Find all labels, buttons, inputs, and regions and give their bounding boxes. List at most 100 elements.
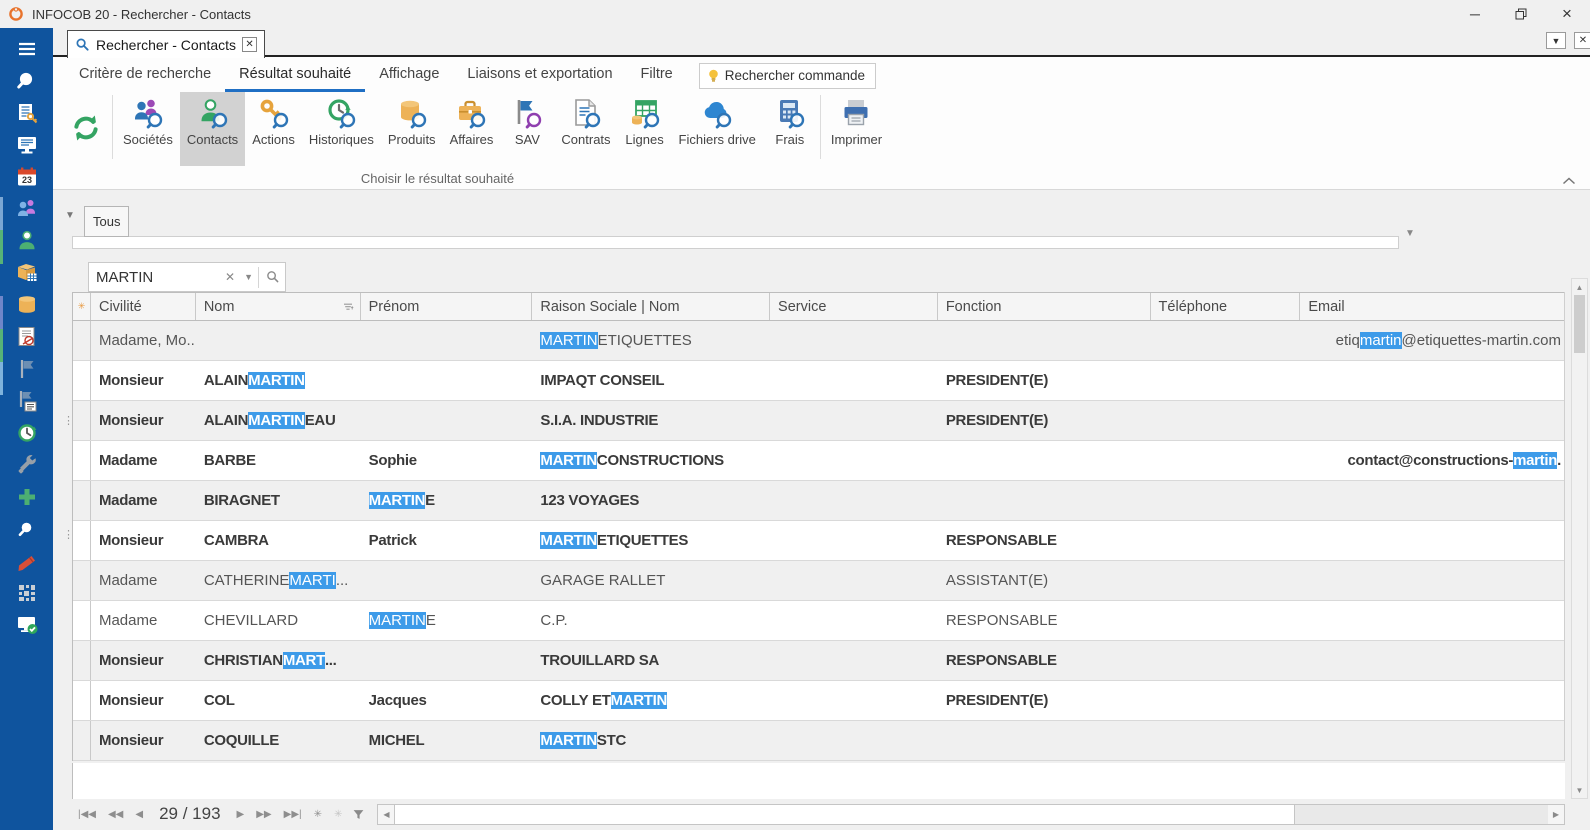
- column-header-civilit-[interactable]: Civilité: [91, 293, 196, 320]
- scroll-down-icon[interactable]: ▼: [1572, 782, 1587, 798]
- sidebar-plus-icon[interactable]: [14, 485, 40, 509]
- prev-page-button[interactable]: ◀: [129, 809, 149, 820]
- sidebar-list-key-icon[interactable]: [14, 101, 40, 125]
- fichiers-drive-button[interactable]: Fichiers drive: [672, 92, 763, 166]
- table-cell: RESPONSABLE: [938, 641, 1151, 680]
- tab-affichage[interactable]: Affichage: [365, 59, 453, 92]
- horizontal-scrollbar[interactable]: ◀ ▶: [377, 804, 1565, 825]
- sidebar-history-icon[interactable]: [14, 421, 40, 445]
- sidebar-companies-icon[interactable]: [14, 197, 40, 221]
- vertical-scroll-thumb[interactable]: [1574, 295, 1585, 353]
- sidebar-menu-icon[interactable]: [14, 37, 40, 61]
- clear-search-icon[interactable]: ✕: [221, 270, 239, 284]
- table-row[interactable]: MadameBIRAGNETMARTINE123 VOYAGES: [73, 481, 1564, 521]
- restore-button[interactable]: [1498, 0, 1544, 28]
- column-header-label: Fonction: [946, 299, 1002, 315]
- refresh-button[interactable]: [63, 92, 109, 164]
- sidebar-search-icon[interactable]: [14, 69, 40, 93]
- table-row[interactable]: MadameCATHERINE MARTI...GARAGE RALLETASS…: [73, 561, 1564, 601]
- affaires-button[interactable]: Affaires: [443, 92, 501, 166]
- column-header-t-l-phone[interactable]: Téléphone: [1151, 293, 1301, 320]
- societes-button[interactable]: Sociétés: [116, 92, 180, 166]
- sidebar-flag-document-icon[interactable]: [14, 389, 40, 413]
- new-row-alt-button[interactable]: ✳: [328, 809, 348, 820]
- tab-rechercher-contacts[interactable]: Rechercher - Contacts ✕: [67, 30, 265, 58]
- next-page-button[interactable]: ▶: [231, 809, 251, 820]
- contrats-button[interactable]: Contrats: [554, 92, 617, 166]
- produits-button[interactable]: Produits: [381, 92, 443, 166]
- table-row[interactable]: MadameBARBESophieMARTIN CONSTRUCTIONScon…: [73, 441, 1564, 481]
- table-row[interactable]: MonsieurALAIN MARTINIMPAQT CONSEILPRESID…: [73, 361, 1564, 401]
- search-input[interactable]: [96, 269, 221, 286]
- sidebar-monitor-check-icon[interactable]: [14, 613, 40, 637]
- sidebar-search-small-icon[interactable]: [14, 517, 40, 541]
- row-grip-icon[interactable]: ⋮: [63, 528, 73, 541]
- table-row[interactable]: MadameCHEVILLARDMARTINEC.P.RESPONSABLE: [73, 601, 1564, 641]
- sidebar-package-icon[interactable]: [14, 261, 40, 285]
- prev-group-button[interactable]: ◀◀: [102, 809, 129, 820]
- column-header-raison-sociale-nom[interactable]: Raison Sociale | Nom: [532, 293, 770, 320]
- command-search-button[interactable]: Rechercher commande: [699, 63, 876, 89]
- sidebar-stamped-document-icon[interactable]: [14, 325, 40, 349]
- sidebar-monitor-list-icon[interactable]: [14, 133, 40, 157]
- collapse-ribbon-icon[interactable]: [1562, 173, 1576, 183]
- last-page-button[interactable]: ▶▶|: [278, 809, 308, 820]
- contacts-button[interactable]: Contacts: [180, 92, 245, 166]
- tab-filtre[interactable]: Filtre: [627, 59, 687, 92]
- sidebar-bookmark-icon[interactable]: [14, 549, 40, 573]
- scroll-right-icon[interactable]: ▶: [1548, 805, 1564, 824]
- view-dropdown-icon[interactable]: ▼: [65, 210, 75, 221]
- tab-close-icon[interactable]: ✕: [242, 37, 257, 52]
- tab-resultat-souhaite[interactable]: Résultat souhaité: [225, 59, 365, 92]
- tab-critere-de-recherche[interactable]: Critère de recherche: [65, 59, 225, 92]
- table-cell: [938, 441, 1151, 480]
- sidebar-database-icon[interactable]: [14, 293, 40, 317]
- horizontal-scroll-thumb[interactable]: [394, 805, 1295, 824]
- table-cell: [1151, 321, 1301, 360]
- strip-dropdown-icon[interactable]: ▼: [1405, 228, 1415, 239]
- column-header-nom[interactable]: Nom: [196, 293, 361, 320]
- close-button[interactable]: ×: [1544, 0, 1590, 28]
- table-row[interactable]: MonsieurCAMBRAPatrickMARTIN ETIQUETTESRE…: [73, 521, 1564, 561]
- sidebar-calendar-icon[interactable]: 23: [14, 165, 40, 189]
- table-row[interactable]: MonsieurALAIN MARTINEAUS.I.A. INDUSTRIEP…: [73, 401, 1564, 441]
- first-page-button[interactable]: |◀◀: [72, 809, 102, 820]
- table-cell: PRESIDENT(E): [938, 401, 1151, 440]
- next-group-button[interactable]: ▶▶: [250, 809, 277, 820]
- table-cell: C.P.: [532, 601, 770, 640]
- filter-tab-tous[interactable]: Tous: [84, 206, 129, 237]
- search-magnifier-icon[interactable]: [258, 267, 281, 288]
- tab-list-dropdown[interactable]: ▼: [1546, 32, 1566, 49]
- column-header-email[interactable]: Email: [1300, 293, 1564, 320]
- sidebar-contact-icon[interactable]: [14, 229, 40, 253]
- table-cell: [1151, 601, 1301, 640]
- search-dropdown-icon[interactable]: ▼: [239, 272, 258, 282]
- sav-button[interactable]: SAV: [500, 92, 554, 166]
- minimize-button[interactable]: ─: [1452, 0, 1498, 28]
- column-header-pr-nom[interactable]: Prénom: [361, 293, 533, 320]
- table-row[interactable]: Madame, Mo...MARTIN ETIQUETTESetiqmartin…: [73, 321, 1564, 361]
- table-row[interactable]: MonsieurCOLJacquesCOLLY ET MARTINPRESIDE…: [73, 681, 1564, 721]
- tab-bar-close-icon[interactable]: ✕: [1574, 32, 1590, 49]
- row-grip-icon[interactable]: ⋮: [63, 414, 73, 427]
- actions-button[interactable]: Actions: [245, 92, 302, 166]
- sidebar-wrench-icon[interactable]: [14, 453, 40, 477]
- scroll-up-icon[interactable]: ▲: [1572, 279, 1587, 295]
- new-row-button[interactable]: ✳: [308, 809, 328, 820]
- sidebar-barcode-icon[interactable]: [14, 581, 40, 605]
- column-header-service[interactable]: Service: [770, 293, 938, 320]
- table-cell: ALAIN MARTINEAU: [196, 401, 361, 440]
- tab-liaisons-et-exportation[interactable]: Liaisons et exportation: [453, 59, 626, 92]
- imprimer-button[interactable]: Imprimer: [824, 92, 889, 166]
- column-header-fonction[interactable]: Fonction: [938, 293, 1151, 320]
- filter-funnel-icon[interactable]: [352, 808, 365, 821]
- search-match-highlight: MARTIN: [369, 612, 426, 629]
- sidebar-flag-icon[interactable]: [14, 357, 40, 381]
- vertical-scrollbar[interactable]: ▲ ▼: [1571, 278, 1588, 799]
- historiques-button[interactable]: Historiques: [302, 92, 381, 166]
- scroll-left-icon[interactable]: ◀: [378, 805, 394, 824]
- table-row[interactable]: MonsieurCHRISTIAN MART ...TROUILLARD SAR…: [73, 641, 1564, 681]
- table-row[interactable]: MonsieurCOQUILLEMICHELMARTIN STC: [73, 721, 1564, 761]
- lignes-button[interactable]: Lignes: [618, 92, 672, 166]
- frais-button[interactable]: Frais: [763, 92, 817, 166]
